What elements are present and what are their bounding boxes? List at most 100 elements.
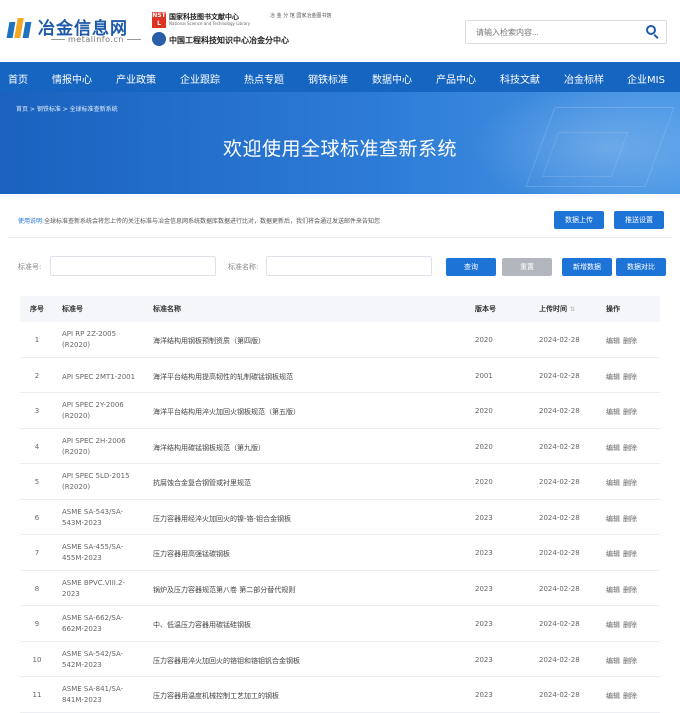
cell-no: 7	[34, 549, 40, 557]
add-data-button[interactable]: 新增数据	[562, 258, 612, 276]
cell-ops: 编辑 删除	[606, 691, 640, 701]
standard-code-input[interactable]	[50, 256, 216, 276]
cell-ops: 编辑 删除	[606, 585, 640, 595]
notice-label: 使用说明:	[18, 218, 45, 225]
cell-ops: 编辑 删除	[606, 407, 640, 417]
standard-name-label: 标准名称:	[228, 263, 259, 271]
cell-no: 8	[34, 584, 40, 593]
table-row: 9 ASME SA-662/SA-662M-2023 中、低温压力容器用碳锰硅钢板 2…	[20, 606, 660, 642]
hero-banner: 首页 > 钢铁标准 > 全球标准查新系统 欢迎使用全球标准查新系统	[0, 92, 680, 194]
notice-body: 全球标准查新系统会将您上传的关注标准与冶金信息网系统数据库数据进行比对，数据更新…	[44, 218, 381, 225]
delete-link[interactable]: 删除	[623, 515, 637, 523]
cell-code: API SPEC 2H-2006 (R2020)	[62, 436, 126, 456]
nav-item[interactable]: 企业MIS	[627, 71, 665, 86]
standard-code-label: 标准号:	[18, 263, 42, 271]
cell-version: 2023	[475, 655, 493, 664]
filter-bar: 标准号: 标准名称: 查询 重置 新增数据 数据对比	[8, 252, 672, 284]
cell-name: 海洋平台结构用淬火加回火钢板规范（第五版）	[153, 408, 300, 416]
delete-link[interactable]: 删除	[623, 586, 637, 594]
edit-link[interactable]: 编辑	[606, 515, 620, 523]
header-name: 标准名称	[153, 305, 181, 313]
cell-code: ASME SA-455/SA-455M-2023	[62, 543, 124, 562]
nstl-logo-icon: NST L	[152, 12, 166, 28]
cell-code: API RP 2Z-2005 (R2020)	[62, 330, 117, 349]
sort-icon[interactable]: ⇅	[570, 306, 575, 313]
cell-version: 2023	[475, 691, 493, 699]
nav-item[interactable]: 首页	[8, 71, 28, 86]
cell-no: 1	[34, 336, 40, 344]
compare-data-button[interactable]: 数据对比	[616, 258, 666, 276]
delete-link[interactable]: 删除	[623, 373, 637, 381]
nav-item[interactable]: 企业跟踪	[180, 71, 220, 86]
delete-link[interactable]: 删除	[623, 408, 637, 416]
delete-link[interactable]: 删除	[623, 657, 637, 665]
cell-name: 中、低温压力容器用碳锰硅钢板	[153, 621, 251, 629]
query-button[interactable]: 查询	[446, 258, 496, 276]
site-header: 冶金信息网 metalinfo.cn NST L 国家科技图书文献中心 Nati…	[0, 0, 680, 62]
cell-name: 压力容器用淬火加回火的铬钼和铬钼钒合金钢板	[153, 656, 300, 665]
cell-ops: 编辑 删除	[606, 656, 640, 666]
cell-code: API SPEC 5LD-2015 (R2020)	[62, 472, 130, 491]
cell-name: 海洋结构用钢板预制资质（第四版）	[153, 337, 265, 345]
delete-link[interactable]: 删除	[623, 550, 637, 558]
nav-item[interactable]: 热点专题	[244, 71, 284, 86]
cell-name: 抗腐蚀合金复合钢管或衬里规范	[153, 479, 251, 487]
nav-item[interactable]: 钢铁标准	[308, 71, 348, 86]
edit-link[interactable]: 编辑	[606, 479, 620, 487]
cell-upload-time: 2024-02-28	[539, 655, 580, 664]
cell-no: 2	[34, 371, 40, 380]
nav-item[interactable]: 产品中心	[436, 71, 476, 86]
cell-ops: 编辑 删除	[606, 478, 640, 488]
delete-link[interactable]: 删除	[623, 621, 637, 629]
data-upload-button[interactable]: 数据上传	[554, 211, 604, 229]
nav-item[interactable]: 产业政策	[116, 71, 156, 86]
nav-item[interactable]: 冶金标样	[564, 71, 604, 86]
main-nav: 首页 情报中心 产业政策 企业跟踪 热点专题 钢铁标准 数据中心 产品中心 科技文献 冶金标样 企业…	[0, 62, 680, 92]
notice-text: 使用说明:全球标准查新系统会将您上传的关注标准与冶金信息网系统数据库数据进行比对…	[18, 216, 380, 225]
delete-link[interactable]: 删除	[623, 479, 637, 487]
cell-code: ASME SA-542/SA-542M-2023	[62, 649, 124, 669]
nav-item[interactable]: 情报中心	[52, 71, 92, 86]
cell-upload-time: 2024-02-28	[539, 513, 580, 522]
site-logo[interactable]: 冶金信息网 metalinfo.cn	[6, 12, 143, 48]
cell-upload-time: 2024-02-28	[539, 584, 580, 593]
cell-code: API SPEC 2MT1-2001	[62, 372, 136, 381]
cell-no: 5	[34, 478, 40, 486]
delete-link[interactable]: 删除	[623, 337, 637, 345]
cell-upload-time: 2024-02-28	[539, 549, 580, 557]
edit-link[interactable]: 编辑	[606, 408, 620, 416]
table-row: 5 API SPEC 5LD-2015 (R2020) 抗腐蚀合金复合钢管或衬里规范…	[20, 464, 660, 500]
cell-upload-time: 2024-02-28	[539, 336, 580, 344]
cell-code: ASME BPVC.VIII.2-2023	[62, 578, 126, 598]
cell-version: 2023	[475, 584, 493, 593]
cell-ops: 编辑 删除	[606, 514, 640, 524]
nav-item[interactable]: 科技文献	[500, 71, 540, 86]
edit-link[interactable]: 编辑	[606, 586, 620, 594]
search-icon[interactable]	[646, 25, 660, 39]
partner-subtitle: 中国工程科技知识中心冶金分中心	[169, 36, 289, 45]
delete-link[interactable]: 删除	[623, 444, 637, 452]
table-row: 1 API RP 2Z-2005 (R2020) 海洋结构用钢板预制资质（第四版） 2…	[20, 322, 660, 358]
search-input[interactable]	[476, 25, 636, 39]
cell-version: 2020	[475, 442, 493, 451]
edit-link[interactable]: 编辑	[606, 692, 620, 700]
cell-version: 2023	[475, 549, 493, 557]
table-row: 6 ASME SA-543/SA-543M-2023 压力容器用经淬火加回火的镍-铬…	[20, 500, 660, 535]
header-code: 标准号	[62, 305, 83, 313]
partner-logos: NST L 国家科技图书文献中心 National Science and Te…	[152, 12, 331, 50]
edit-link[interactable]: 编辑	[606, 621, 620, 629]
nav-item[interactable]: 数据中心	[372, 71, 412, 86]
reset-button[interactable]: 重置	[502, 258, 552, 276]
edit-link[interactable]: 编辑	[606, 657, 620, 665]
edit-link[interactable]: 编辑	[606, 550, 620, 558]
delete-link[interactable]: 删除	[623, 692, 637, 700]
cell-code: ASME SA-543/SA-543M-2023	[62, 507, 124, 527]
edit-link[interactable]: 编辑	[606, 373, 620, 381]
standard-name-input[interactable]	[266, 256, 432, 276]
cktc-logo-icon	[152, 32, 166, 46]
edit-link[interactable]: 编辑	[606, 337, 620, 345]
edit-link[interactable]: 编辑	[606, 444, 620, 452]
header-upload-time[interactable]: 上传时间 ⇅	[539, 304, 575, 314]
push-settings-button[interactable]: 推送设置	[614, 211, 664, 229]
cell-version: 2020	[475, 336, 493, 344]
